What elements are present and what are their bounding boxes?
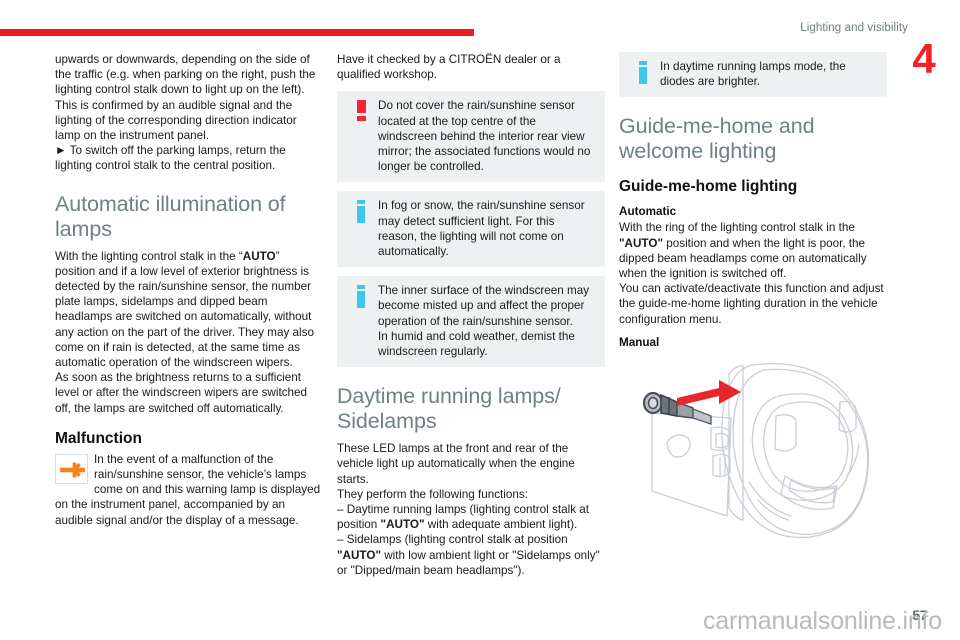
auto-keyword: AUTO	[242, 249, 276, 263]
manual-page: Lighting and visibility 4 upwards or dow…	[0, 0, 960, 640]
steering-wheel-lighting-stalk-illustration	[619, 358, 887, 538]
paragraph-guide-automatic: With the ring of the lighting control st…	[619, 220, 887, 281]
watermark: carmanualsonline.info	[702, 607, 942, 635]
item-text-after: with adequate ambient light).	[424, 518, 578, 532]
column-middle: Have it checked by a CITROËN dealer or a…	[337, 52, 605, 578]
column-right: In daytime running lamps mode, the diode…	[619, 52, 887, 538]
paragraph-automatic-illumination-detail: With the lighting control stalk in the “…	[55, 249, 323, 371]
page-header-title: Lighting and visibility	[800, 22, 908, 34]
subheading-automatic: Automatic	[619, 205, 677, 219]
callout-text: The inner surface of the windscreen may …	[378, 284, 590, 359]
heading-guide-me-home-lighting: Guide-me-home lighting	[619, 178, 798, 196]
malfunction-block: In the event of a malfunction of the rai…	[55, 452, 323, 528]
danger-exclamation-icon	[348, 99, 374, 129]
callout-info-diodes-brighter: In daytime running lamps mode, the diode…	[619, 52, 887, 98]
info-icon	[630, 60, 656, 90]
list-item-sidelamps: – Sidelamps (lighting control stalk at p…	[337, 532, 605, 578]
wrench-warning-lamp-icon	[55, 453, 88, 484]
callout-text: In fog or snow, the rain/sunshine sensor…	[378, 199, 585, 259]
chapter-number-badge: 4	[912, 35, 936, 82]
auto-text-after: ” position and if a low level of exterio…	[55, 249, 315, 370]
column-left: upwards or downwards, depending on the s…	[55, 52, 323, 528]
malfunction-text: In the event of a malfunction of the rai…	[55, 452, 321, 527]
paragraph-parking-lamp-direction: upwards or downwards, depending on the s…	[55, 53, 316, 97]
paragraph-lamps-switch-off: As soon as the brightness returns to a s…	[55, 371, 308, 415]
info-icon	[348, 199, 374, 229]
callout-info-fog-snow: In fog or snow, the rain/sunshine sensor…	[337, 191, 605, 268]
direction-arrow-icon	[677, 379, 741, 406]
heading-automatic-illumination: Automatic illumination of lamps	[55, 191, 286, 241]
heading-daytime-running-lamps: Daytime running lamps/ Sidelamps	[337, 384, 561, 434]
paragraph-audible-confirmation: This is confirmed by an audible signal a…	[55, 98, 297, 143]
callout-text: Do not cover the rain/sunshine sensor lo…	[378, 99, 591, 174]
list-item-daytime-running-lamps: – Daytime running lamps (lighting contro…	[337, 502, 605, 532]
paragraph-guide-configuration: You can activate/deactivate this functio…	[619, 282, 884, 326]
callout-info-misted-windscreen: The inner surface of the windscreen may …	[337, 276, 605, 368]
auto-keyword: "AUTO"	[619, 236, 663, 250]
heading-guide-me-home-welcome: Guide-me-home and welcome lighting	[619, 114, 815, 164]
callout-text: In daytime running lamps mode, the diode…	[660, 60, 846, 89]
auto-keyword: "AUTO"	[380, 518, 425, 532]
item-text-before: – Sidelamps (lighting control stalk at p…	[337, 533, 568, 547]
guide-text-before: With the ring of the lighting control st…	[619, 221, 855, 235]
info-icon	[348, 284, 374, 314]
header-accent-rule	[0, 29, 474, 36]
callout-danger-sensor-cover: Do not cover the rain/sunshine sensor lo…	[337, 91, 605, 183]
subheading-manual: Manual	[619, 335, 660, 349]
auto-text-before: With the lighting control stalk in the “	[55, 249, 243, 263]
heading-malfunction: Malfunction	[55, 429, 142, 447]
auto-keyword: "AUTO"	[337, 548, 381, 562]
paragraph-functions-intro: They perform the following functions:	[337, 487, 528, 501]
paragraph-switch-off-parking-lamps: ► To switch off the parking lamps, retur…	[55, 144, 286, 173]
paragraph-have-it-checked: Have it checked by a CITROËN dealer or a…	[337, 53, 561, 82]
paragraph-led-lamps: These LED lamps at the front and rear of…	[337, 442, 575, 486]
